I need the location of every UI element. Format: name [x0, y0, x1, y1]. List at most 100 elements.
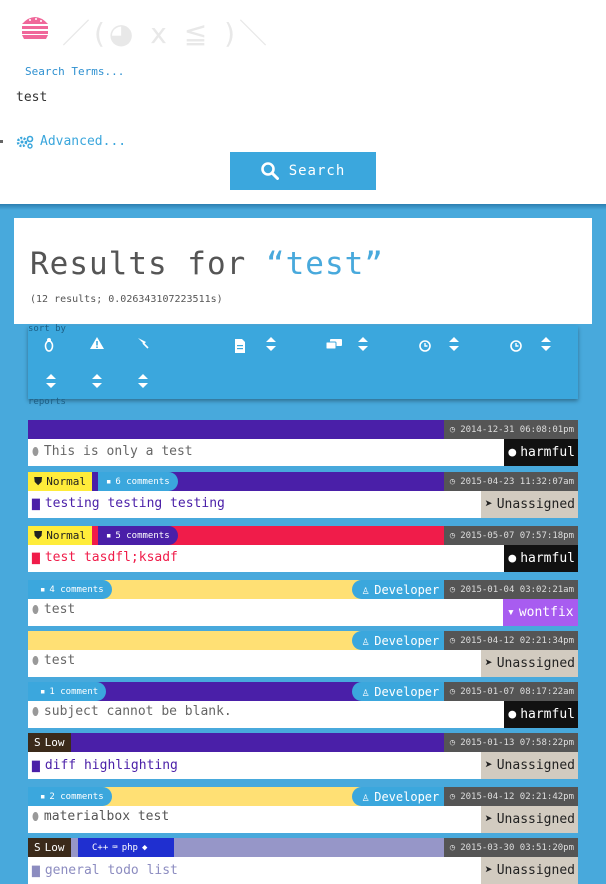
row-date: ◷ 2015-01-13 07:58:22pm — [443, 733, 578, 752]
header-shadow — [0, 204, 606, 210]
report-row[interactable]: S Low C++ ⌨ php ◆ ◷ 2015-03-30 03:51:20pm … — [28, 838, 578, 884]
row-title: ▆ testing testing testing — [32, 496, 225, 511]
document-icon: ▆ — [32, 496, 40, 511]
row-body: ▆ diff highlighting ➤ Unassigned — [28, 752, 578, 779]
comments-tag: ▪ 6 comments — [98, 472, 178, 491]
clock-icon: ◷ — [449, 686, 456, 697]
status-text: Unassigned — [496, 656, 575, 671]
row-body: ⬮ This is only a test ● harmful — [28, 439, 578, 466]
row-title-text: general todo list — [44, 863, 178, 878]
report-row[interactable]: ⛊ Normal ▪ 5 comments ◷ 2015-05-07 07:57:18… — [28, 526, 578, 572]
search-terms-label: Search Terms... — [25, 65, 125, 78]
bug-icon: ⬮ — [32, 602, 39, 616]
status-badge: ➤ Unassigned — [480, 857, 578, 884]
pin-icon[interactable] — [136, 336, 150, 350]
role-text: Developer — [374, 789, 440, 804]
severity-tag: S Low — [28, 733, 71, 752]
low-icon: S — [34, 736, 41, 749]
bug-icon: ⬮ — [32, 653, 39, 667]
search-button[interactable]: Search — [230, 152, 376, 190]
row-date: ◷ 2015-01-07 08:17:22am — [443, 682, 578, 701]
paper-plane-icon: ➤ — [484, 656, 493, 671]
report-row[interactable]: ▪ 1 comment ♙ Developer ◷ 2015-01-07 08:17:… — [28, 682, 578, 728]
report-row[interactable]: S Low ◷ 2015-01-13 07:58:22pm ▆ diff highli… — [28, 733, 578, 779]
date-text: 2015-01-13 07:58:22pm — [460, 737, 574, 748]
date-text: 2015-04-12 02:21:34pm — [460, 635, 574, 646]
row-body: ▆ test tasdfl;ksadf ● harmful — [28, 545, 578, 572]
burger-logo-icon[interactable] — [20, 14, 50, 40]
sort-arrows-icon[interactable] — [91, 374, 103, 388]
severity-text: Low — [44, 736, 65, 749]
severity-text: Normal — [46, 529, 86, 542]
status-text: Unassigned — [496, 863, 575, 878]
clock-icon[interactable] — [510, 340, 522, 352]
comments-icon[interactable] — [326, 339, 342, 351]
report-row[interactable]: ◷ 2014-12-31 06:08:01pm ⬮ This is only a t… — [28, 420, 578, 466]
advanced-link[interactable]: Advanced... — [16, 134, 126, 149]
search-button-label: Search — [288, 163, 346, 179]
comments-tag: ▪ 4 comments — [28, 580, 112, 599]
status-badge: ➤ Unassigned — [480, 491, 578, 518]
bug-icon[interactable] — [44, 337, 54, 352]
lang-tag-php: php — [121, 842, 138, 853]
reports-label: reports — [28, 397, 66, 407]
paper-plane-icon: ➤ — [484, 812, 493, 827]
clock-icon: ◷ — [449, 791, 456, 802]
bomb-icon: ● — [508, 707, 517, 722]
status-badge: ➤ Unassigned — [480, 650, 578, 677]
person-icon: ♙ — [362, 684, 370, 699]
warning-icon[interactable] — [89, 336, 105, 350]
row-title-text: This is only a test — [43, 444, 193, 459]
severity-tag: ⛊ Normal — [28, 472, 92, 491]
sort-arrows-icon[interactable] — [265, 337, 277, 351]
shield-icon: ⛊ — [34, 528, 43, 542]
status-text: Unassigned — [496, 497, 575, 512]
document-icon: ▆ — [32, 550, 40, 565]
sort-arrows-icon[interactable] — [448, 337, 460, 351]
row-date: ◷ 2015-03-30 03:51:20pm — [443, 838, 578, 857]
comments-icon: ▪ — [106, 476, 112, 487]
clock-icon[interactable] — [419, 340, 431, 352]
comments-text: 1 comment — [49, 686, 99, 697]
low-icon: S — [34, 841, 41, 854]
report-row[interactable]: ⛊ Normal ▪ 6 comments ◷ 2015-04-23 11:32:07… — [28, 472, 578, 518]
role-text: Developer — [374, 582, 440, 597]
tag-icon: ◆ — [141, 842, 148, 853]
sort-arrows-icon[interactable] — [357, 337, 369, 351]
report-row[interactable]: ▪ 2 comments ♙ Developer ◷ 2015-04-12 02:21… — [28, 787, 578, 833]
date-text: 2015-01-07 08:17:22am — [460, 686, 574, 697]
report-row[interactable]: ♙ Developer ◷ 2015-04-12 02:21:34pm ⬮ test … — [28, 631, 578, 677]
status-badge: ➤ Unassigned — [480, 806, 578, 833]
advanced-label: Advanced... — [40, 134, 127, 149]
report-row[interactable]: ▪ 4 comments ♙ Developer ◷ 2015-01-04 03:02… — [28, 580, 578, 626]
status-text: harmful — [520, 707, 575, 722]
severity-tag: S Low — [28, 838, 71, 857]
row-body: ▆ general todo list ➤ Unassigned — [28, 857, 578, 884]
row-title-text: test tasdfl;ksadf — [44, 550, 178, 565]
search-icon — [260, 162, 279, 180]
document-icon[interactable] — [234, 339, 246, 353]
gears-icon — [16, 135, 34, 149]
divider-dot — [0, 140, 3, 143]
row-title: ⬮ This is only a test — [32, 444, 193, 459]
sort-arrows-icon[interactable] — [540, 337, 552, 351]
row-body: ▆ testing testing testing ➤ Unassigned — [28, 491, 578, 518]
paper-plane-icon: ➤ — [484, 497, 493, 512]
results-heading: Results for “test” — [30, 246, 384, 282]
row-date: ◷ 2015-01-04 03:02:21am — [443, 580, 578, 599]
clock-icon: ◷ — [449, 424, 456, 435]
comments-text: 4 comments — [49, 584, 104, 595]
row-title-text: materialbox test — [43, 809, 170, 824]
sort-arrows-icon[interactable] — [137, 374, 149, 388]
status-text: harmful — [520, 551, 575, 566]
search-input[interactable] — [16, 87, 316, 107]
sort-arrows-icon[interactable] — [45, 374, 57, 388]
results-heading-prefix: Results for — [30, 246, 266, 282]
comments-text: 6 comments — [115, 476, 170, 487]
lang-tag-cpp: C++ — [92, 842, 109, 853]
row-title: ⬮ test — [32, 602, 75, 617]
row-title: ▆ diff highlighting — [32, 758, 178, 773]
date-text: 2015-04-23 11:32:07am — [460, 476, 574, 487]
language-tags: C++ ⌨ php ◆ — [78, 838, 174, 857]
clock-icon: ◷ — [449, 476, 456, 487]
